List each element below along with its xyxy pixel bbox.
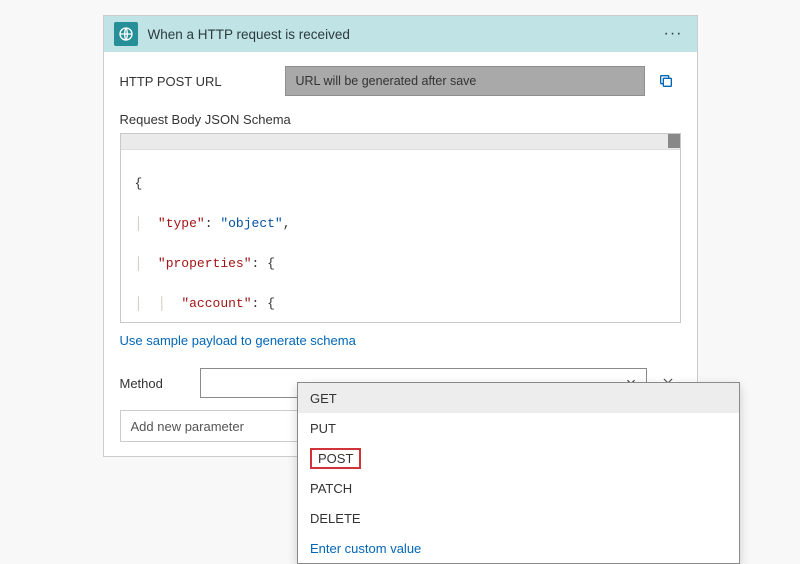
method-option-patch[interactable]: PATCH — [298, 473, 739, 503]
method-option-custom[interactable]: Enter custom value — [298, 533, 739, 563]
schema-label: Request Body JSON Schema — [120, 112, 681, 127]
method-label: Method — [120, 376, 200, 391]
http-post-url-field: URL will be generated after save — [285, 66, 645, 96]
http-post-url-value: URL will be generated after save — [296, 74, 477, 88]
card-title: When a HTTP request is received — [148, 27, 660, 42]
card-menu-button[interactable]: ··· — [660, 25, 687, 43]
schema-editor-scrollbar-top[interactable] — [121, 134, 680, 150]
http-request-icon — [114, 22, 138, 46]
method-option-get[interactable]: GET — [298, 383, 739, 413]
copy-url-button[interactable] — [651, 66, 681, 96]
schema-code[interactable]: { │ "type": "object", │ "properties": { … — [121, 150, 680, 323]
card-header: When a HTTP request is received ··· — [104, 16, 697, 52]
method-option-put[interactable]: PUT — [298, 413, 739, 443]
schema-editor[interactable]: { │ "type": "object", │ "properties": { … — [120, 133, 681, 323]
add-new-parameter-label: Add new parameter — [131, 419, 244, 434]
use-sample-payload-link[interactable]: Use sample payload to generate schema — [120, 333, 356, 348]
method-dropdown: GET PUT POST PATCH DELETE Enter custom v… — [297, 382, 740, 564]
method-option-delete[interactable]: DELETE — [298, 503, 739, 533]
method-option-post[interactable]: POST — [298, 443, 739, 473]
http-post-url-row: HTTP POST URL URL will be generated afte… — [120, 66, 681, 96]
http-post-url-label: HTTP POST URL — [120, 74, 285, 89]
